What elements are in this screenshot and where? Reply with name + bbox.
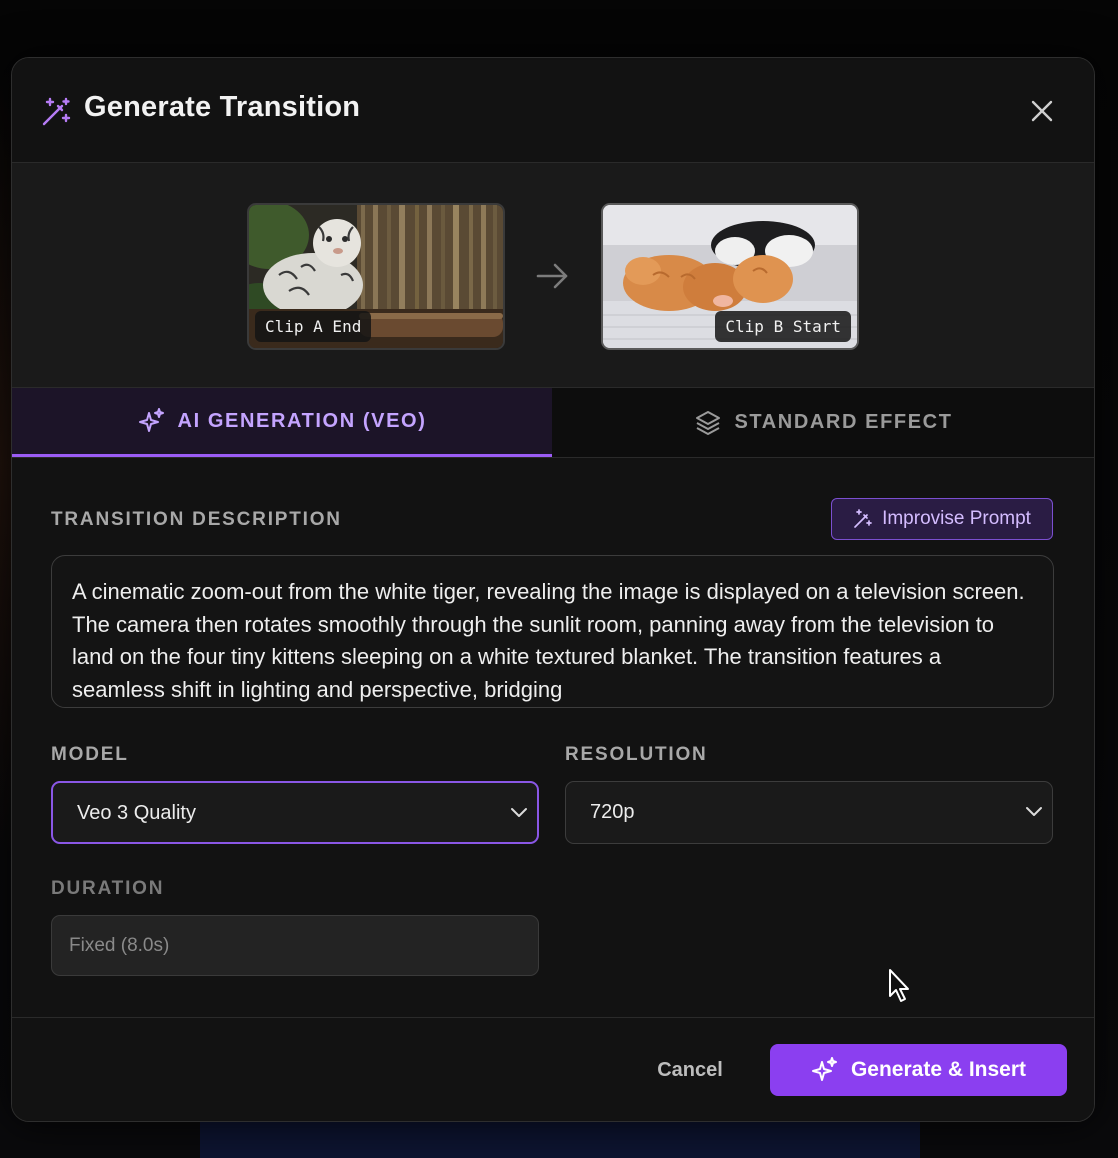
dialog-footer: Cancel Generate & Insert	[12, 1017, 1094, 1121]
description-label: TRANSITION DESCRIPTION	[51, 509, 342, 530]
duration-field: Fixed (8.0s)	[51, 915, 539, 976]
sparkles-icon	[138, 408, 164, 432]
transition-form: TRANSITION DESCRIPTION Improvise Prompt …	[12, 458, 1094, 1017]
clip-b-label: Clip B Start	[715, 311, 851, 342]
clip-a-label: Clip A End	[255, 311, 372, 342]
improve-prompt-button[interactable]: Improvise Prompt	[831, 498, 1053, 540]
resolution-select[interactable]: 720p	[565, 781, 1053, 844]
clip-preview-area: Clip A End Clip B Start	[12, 163, 1094, 388]
magic-wand-icon	[854, 509, 872, 528]
close-icon[interactable]	[1027, 96, 1057, 126]
generate-transition-dialog: Generate Transition Clip A End Clip B St…	[11, 57, 1095, 1122]
transition-mode-tabs: AI GENERATION (VEO) STANDARD EFFECT	[12, 388, 1094, 458]
model-select[interactable]: Veo 3 Quality	[51, 781, 539, 844]
clip-b-thumbnail: Clip B Start	[601, 203, 859, 350]
magic-wand-icon	[42, 97, 71, 126]
layers-icon	[696, 410, 721, 435]
chevron-down-icon	[511, 808, 527, 817]
mouse-pointer-icon	[889, 969, 909, 1002]
model-label: MODEL	[51, 744, 129, 765]
clip-a-thumbnail: Clip A End	[247, 203, 505, 350]
backdrop-strip	[200, 1120, 920, 1158]
sparkles-icon	[811, 1057, 837, 1081]
resolution-label: RESOLUTION	[565, 744, 708, 765]
generate-insert-button[interactable]: Generate & Insert	[770, 1044, 1067, 1096]
resolution-select-value: 720p	[590, 801, 635, 823]
chevron-down-icon	[1026, 807, 1042, 816]
tab-ai-generation[interactable]: AI GENERATION (VEO)	[12, 388, 552, 457]
model-select-value: Veo 3 Quality	[77, 802, 196, 824]
cancel-button[interactable]: Cancel	[642, 1052, 738, 1088]
duration-label: DURATION	[51, 878, 165, 899]
dialog-header: Generate Transition	[12, 58, 1094, 163]
dialog-title: Generate Transition	[84, 91, 361, 123]
tab-ai-generation-label: AI GENERATION (VEO)	[177, 409, 427, 432]
generate-insert-label: Generate & Insert	[850, 1058, 1027, 1081]
arrow-right-icon	[536, 263, 568, 289]
tab-standard-effect[interactable]: STANDARD EFFECT	[553, 388, 1094, 457]
improve-prompt-label: Improvise Prompt	[882, 508, 1031, 529]
transition-description-textarea[interactable]: A cinematic zoom-out from the white tige…	[51, 555, 1054, 708]
tab-standard-effect-label: STANDARD EFFECT	[734, 411, 953, 433]
